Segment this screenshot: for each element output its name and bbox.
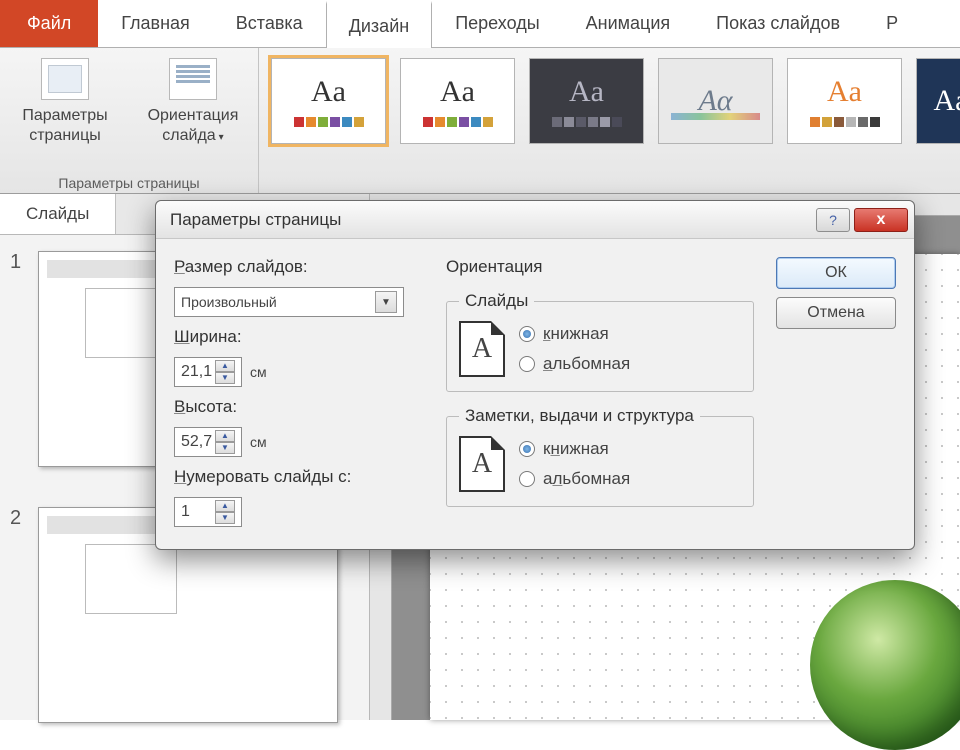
page-portrait-icon: A: [459, 321, 505, 377]
slide-size-combo[interactable]: Произвольный ▼: [174, 287, 404, 317]
orientation-slides-group: Слайды A книжная альбомная: [446, 291, 754, 392]
radio-slides-landscape[interactable]: альбомная: [519, 354, 630, 374]
dialog-title: Параметры страницы: [170, 210, 341, 230]
tab-cutoff[interactable]: Р: [863, 0, 921, 47]
tab-file[interactable]: Файл: [0, 0, 98, 47]
tab-slideshow[interactable]: Показ слайдов: [693, 0, 863, 47]
page-setup-icon: [41, 58, 89, 100]
slide-size-label: Размер слайдов:: [174, 257, 424, 277]
slide-number: 2: [10, 507, 28, 530]
theme-thumb-4[interactable]: Aα: [658, 58, 773, 144]
radio-notes-portrait[interactable]: книжная: [519, 439, 630, 459]
width-input[interactable]: 21,1 ▲▼: [174, 357, 242, 387]
theme-thumb-2[interactable]: Aa: [400, 58, 515, 144]
chevron-down-icon[interactable]: ▼: [375, 291, 397, 313]
theme-thumb-1[interactable]: Aa: [271, 58, 386, 144]
cancel-button[interactable]: Отмена: [776, 297, 896, 329]
width-spinner[interactable]: ▲▼: [215, 360, 235, 384]
number-from-label: Нумеровать слайды с:: [174, 467, 424, 487]
theme-thumb-5[interactable]: Aa: [787, 58, 902, 144]
slide-number: 1: [10, 251, 28, 274]
slide-size-value: Произвольный: [181, 294, 277, 310]
number-from-spinner[interactable]: ▲▼: [215, 500, 235, 524]
tab-transitions[interactable]: Переходы: [432, 0, 562, 47]
group-legend-slides: Слайды: [459, 291, 534, 311]
page-setup-dialog: Параметры страницы ? x Размер слайдов: П…: [155, 200, 915, 550]
slide-orientation-button[interactable]: Ориентация слайда▾: [138, 58, 248, 148]
watermelon-image: [810, 580, 960, 750]
help-button[interactable]: ?: [816, 208, 850, 232]
close-button[interactable]: x: [854, 208, 908, 232]
group-legend-notes: Заметки, выдачи и структура: [459, 406, 700, 426]
orientation-icon: [169, 58, 217, 100]
ribbon-group-label: Параметры страницы: [10, 171, 248, 191]
radio-icon: [519, 356, 535, 372]
dialog-titlebar[interactable]: Параметры страницы ? x: [156, 201, 914, 239]
unit-cm: см: [250, 364, 267, 380]
orientation-header: Ориентация: [446, 257, 754, 277]
ribbon-group-page-setup: Параметры страницы Ориентация слайда▾ Па…: [0, 48, 259, 193]
page-setup-button[interactable]: Параметры страницы: [10, 58, 120, 148]
height-label: Высота:: [174, 397, 424, 417]
ribbon-tabs: Файл Главная Вставка Дизайн Переходы Ани…: [0, 0, 960, 48]
radio-icon: [519, 471, 535, 487]
tab-design[interactable]: Дизайн: [326, 1, 433, 48]
tab-animation[interactable]: Анимация: [563, 0, 694, 47]
width-label: Ширина:: [174, 327, 424, 347]
chevron-down-icon: ▾: [219, 132, 224, 143]
ok-button[interactable]: ОК: [776, 257, 896, 289]
tab-home[interactable]: Главная: [98, 0, 213, 47]
theme-thumb-6[interactable]: Aa: [916, 58, 960, 144]
height-input[interactable]: 52,7 ▲▼: [174, 427, 242, 457]
radio-slides-portrait[interactable]: книжная: [519, 324, 630, 344]
number-from-input[interactable]: 1 ▲▼: [174, 497, 242, 527]
theme-thumb-3[interactable]: Aa: [529, 58, 644, 144]
tab-insert[interactable]: Вставка: [213, 0, 326, 47]
radio-notes-landscape[interactable]: альбомная: [519, 469, 630, 489]
panel-tab-slides[interactable]: Слайды: [0, 194, 116, 234]
radio-icon: [519, 441, 535, 457]
orientation-notes-group: Заметки, выдачи и структура A книжная ал…: [446, 406, 754, 507]
page-portrait-icon: A: [459, 436, 505, 492]
ribbon: Параметры страницы Ориентация слайда▾ Па…: [0, 48, 960, 194]
height-spinner[interactable]: ▲▼: [215, 430, 235, 454]
unit-cm: см: [250, 434, 267, 450]
radio-icon: [519, 326, 535, 342]
theme-gallery: Aa Aa Aa Aα Aa Aa: [259, 48, 960, 193]
